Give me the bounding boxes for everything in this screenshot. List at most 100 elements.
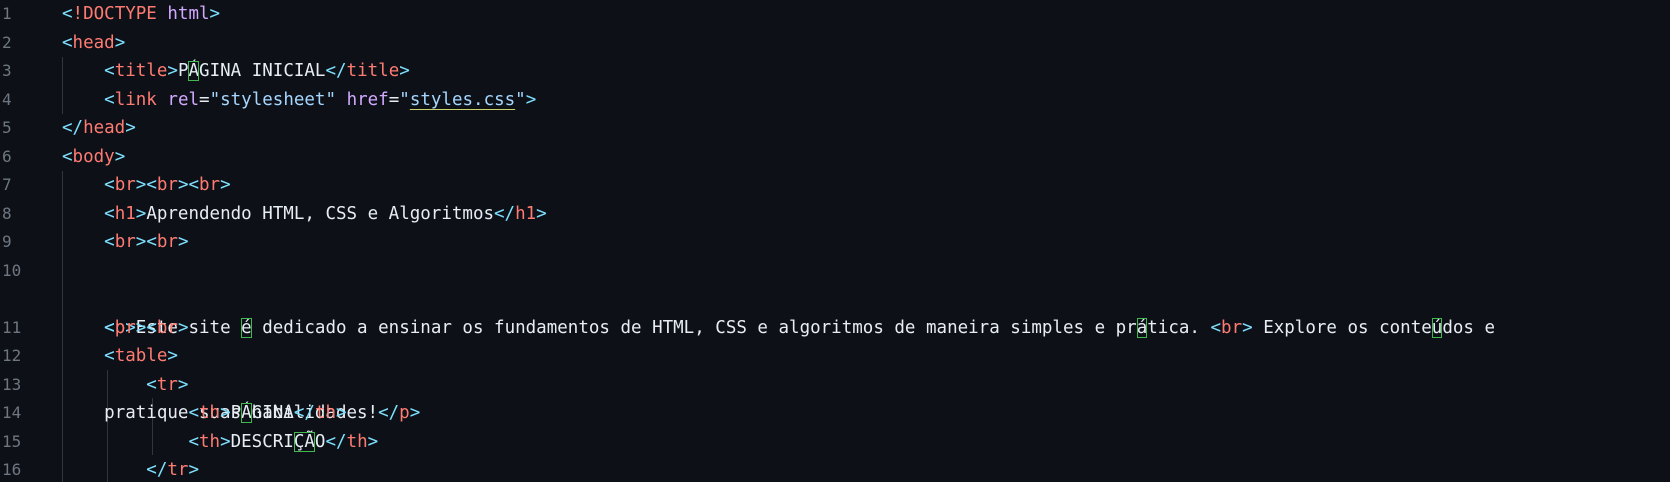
token: ": [515, 89, 526, 110]
token: >: [525, 89, 537, 110]
token: >: [209, 4, 221, 24]
token: >: [167, 346, 178, 366]
token: >: [167, 61, 178, 81]
token: </: [62, 118, 84, 138]
token: >: [220, 403, 231, 423]
token: O: [314, 431, 326, 452]
line-number: 9: [2, 232, 12, 251]
token: br: [114, 232, 136, 252]
token: <: [62, 32, 73, 53]
token: tr: [167, 460, 189, 480]
code-line[interactable]: 10 <p>Este site é dedicado a ensinar os …: [0, 257, 1670, 424]
token: <: [104, 203, 115, 224]
token: <: [62, 146, 73, 167]
token: <: [104, 175, 115, 195]
token: P: [230, 403, 242, 423]
token: </: [325, 61, 347, 81]
code-line[interactable]: 8 <h1>Aprendendo HTML, CSS e Algoritmos<…: [0, 200, 1670, 229]
code-editor[interactable]: 1 <!DOCTYPE html> 2 <head> 3 <title>PÁGI…: [0, 0, 1670, 482]
token: <: [188, 431, 199, 452]
token: link: [114, 89, 157, 110]
line-number: 4: [2, 89, 12, 109]
token: >: [367, 431, 379, 452]
code-line[interactable]: 3 <title>PÁGINA INICIAL</title>: [0, 57, 1670, 86]
token: DESCRI: [230, 431, 294, 452]
token: <: [104, 346, 115, 366]
line-number: 5: [2, 118, 12, 137]
token: >: [536, 203, 547, 224]
line-number: 12: [2, 346, 22, 365]
token: =: [388, 89, 400, 110]
token: P: [177, 61, 189, 81]
token: br: [114, 317, 136, 338]
line-number: 1: [2, 4, 12, 23]
code-line[interactable]: 9 <br><br>: [0, 228, 1670, 257]
token: <: [104, 89, 115, 110]
token: </: [146, 460, 168, 480]
line-number: 14: [2, 403, 22, 422]
code-line[interactable]: 6 <body>: [0, 143, 1670, 172]
token: br: [156, 232, 178, 252]
token: </: [293, 403, 315, 423]
token: ": [399, 89, 410, 110]
token: >: [114, 32, 126, 53]
line-number: 15: [2, 431, 22, 451]
token: head: [83, 118, 126, 138]
code-line[interactable]: 7 <br><br><br>: [0, 171, 1670, 200]
code-line[interactable]: 5 </head>: [0, 114, 1670, 143]
code-line[interactable]: 15 <th>DESCRIÇÃO</th>: [0, 428, 1670, 457]
token: ><: [135, 232, 157, 252]
token: >: [177, 374, 189, 395]
unicode-highlight: Á: [241, 403, 252, 423]
token: <: [146, 374, 157, 395]
code-line[interactable]: 13 <tr>: [0, 371, 1670, 400]
token: th: [198, 403, 221, 423]
token: <: [188, 403, 199, 423]
line-number: 3: [2, 61, 12, 80]
token: h1: [515, 203, 537, 224]
token: <: [104, 61, 115, 81]
token: th: [346, 431, 368, 452]
token: body: [72, 146, 115, 167]
token: table: [114, 346, 168, 366]
token: br: [199, 175, 221, 195]
code-line[interactable]: 2 <head>: [0, 29, 1670, 58]
line-number: 2: [2, 32, 12, 52]
token: >: [135, 203, 147, 224]
token: rel: [167, 89, 200, 110]
token: >: [220, 431, 231, 452]
token: ": [325, 89, 337, 110]
token: >: [336, 403, 347, 423]
line-number: 10: [2, 260, 22, 280]
token: stylesheet: [220, 89, 326, 110]
token: =: [199, 89, 210, 110]
token: th: [314, 403, 337, 423]
code-line[interactable]: 4 <link rel="stylesheet" href="styles.cs…: [0, 86, 1670, 115]
token: >: [399, 61, 410, 81]
token: >: [177, 232, 189, 252]
file-link[interactable]: styles.css: [410, 90, 515, 110]
line-number: 11: [2, 317, 22, 337]
token: ": [209, 89, 221, 110]
code-line[interactable]: 14 <th>PÁGINA</th>: [0, 399, 1670, 428]
code-line[interactable]: 16 </tr>: [0, 456, 1670, 482]
token: title: [114, 61, 168, 81]
unicode-highlight: Á: [188, 61, 200, 81]
code-line[interactable]: 11 <br><br>: [0, 314, 1670, 343]
token: th: [198, 431, 221, 452]
token: >: [125, 118, 136, 138]
token: Aprendendo HTML, CSS e Algoritmos: [146, 203, 495, 224]
token: html: [167, 4, 210, 24]
token: <: [104, 232, 115, 252]
token: br: [156, 317, 178, 338]
code-line[interactable]: 1 <!DOCTYPE html>: [0, 0, 1670, 29]
token: ><: [177, 175, 200, 195]
token: <: [104, 317, 115, 338]
code-line[interactable]: 12 <table>: [0, 342, 1670, 371]
token: >: [177, 317, 189, 338]
token: head: [72, 32, 115, 53]
token: br: [156, 175, 178, 195]
token: h1: [114, 203, 136, 224]
